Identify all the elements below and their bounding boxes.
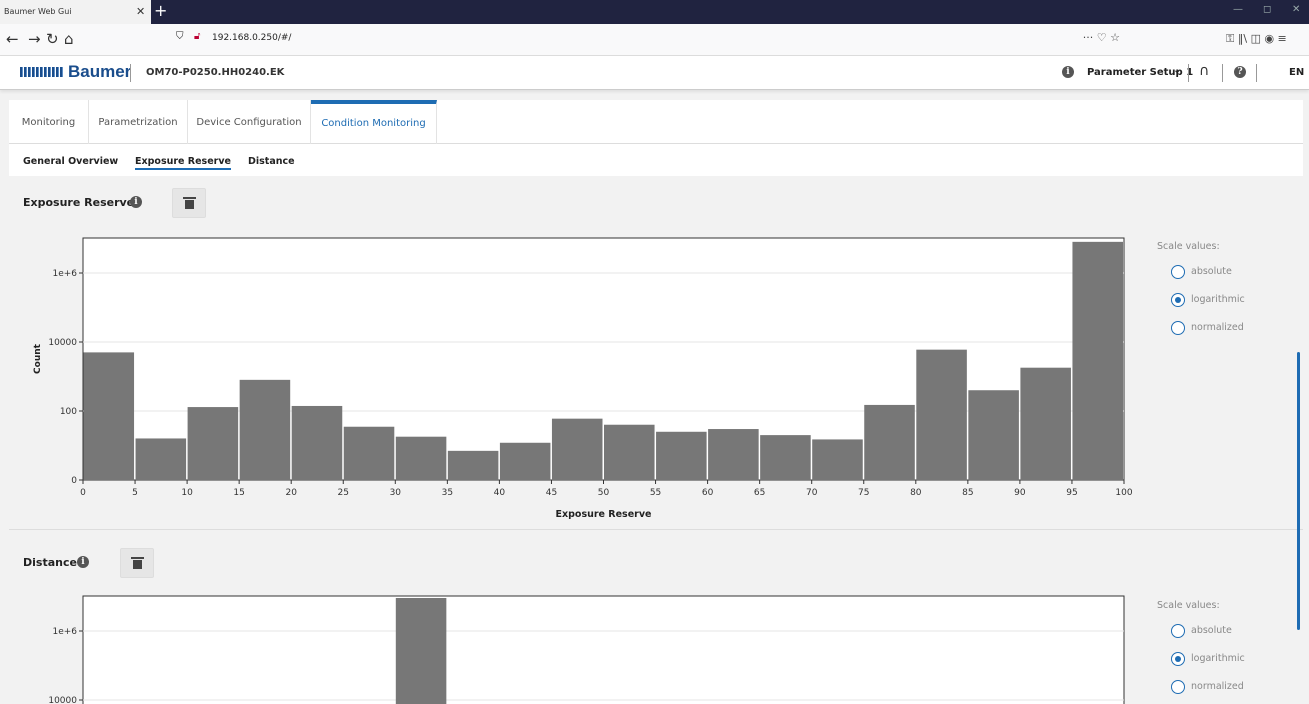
y-tick-label: 0 bbox=[71, 476, 77, 486]
histogram-bar bbox=[83, 352, 135, 480]
histogram-bar bbox=[968, 390, 1019, 480]
trash-icon bbox=[131, 557, 144, 569]
histogram-bar bbox=[812, 439, 863, 480]
x-tick-label: 25 bbox=[338, 488, 349, 498]
y-tick-label: 1e+6 bbox=[52, 269, 77, 279]
x-tick-label: 50 bbox=[598, 488, 610, 498]
info-icon[interactable]: i bbox=[77, 556, 89, 568]
radio-button[interactable] bbox=[1171, 624, 1185, 638]
radio-label: normalized bbox=[1191, 322, 1244, 333]
x-tick-label: 95 bbox=[1066, 488, 1077, 498]
histogram-bar bbox=[291, 405, 343, 480]
radio-button[interactable] bbox=[1171, 321, 1185, 335]
x-tick-label: 45 bbox=[546, 488, 557, 498]
x-tick-label: 85 bbox=[962, 488, 973, 498]
x-tick-label: 5 bbox=[132, 488, 138, 498]
radio-label: logarithmic bbox=[1191, 653, 1245, 664]
histogram-bar bbox=[135, 438, 187, 480]
histogram-bar bbox=[1072, 241, 1123, 480]
scale-values-title: Scale values: bbox=[1157, 600, 1220, 611]
radio-label: absolute bbox=[1191, 625, 1232, 636]
histogram-bar bbox=[604, 424, 655, 480]
histogram-bar bbox=[239, 379, 291, 480]
x-tick-label: 20 bbox=[285, 488, 297, 498]
x-tick-label: 65 bbox=[754, 488, 765, 498]
x-axis-label: Exposure Reserve bbox=[556, 509, 652, 520]
histogram-bar bbox=[1020, 367, 1071, 480]
histogram-bar bbox=[343, 426, 395, 480]
radio-label: absolute bbox=[1191, 266, 1232, 277]
y-axis-label: Count bbox=[33, 343, 43, 374]
histogram-bar bbox=[187, 407, 239, 480]
histogram-bar bbox=[916, 349, 967, 480]
x-tick-label: 75 bbox=[858, 488, 869, 498]
radio-button[interactable] bbox=[1171, 293, 1185, 307]
histogram-bar bbox=[447, 450, 499, 480]
radio-label: logarithmic bbox=[1191, 294, 1245, 305]
x-tick-label: 35 bbox=[442, 488, 453, 498]
y-tick-label: 10000 bbox=[48, 338, 77, 348]
x-tick-label: 55 bbox=[650, 488, 661, 498]
x-tick-label: 40 bbox=[494, 488, 506, 498]
x-tick-label: 100 bbox=[1115, 488, 1132, 498]
radio-button[interactable] bbox=[1171, 652, 1185, 666]
radio-button[interactable] bbox=[1171, 265, 1185, 279]
histogram-bar bbox=[499, 442, 551, 480]
histogram-bar bbox=[656, 431, 707, 480]
x-tick-label: 80 bbox=[910, 488, 922, 498]
section-divider bbox=[9, 529, 1303, 530]
x-tick-label: 70 bbox=[806, 488, 818, 498]
section-title: Distance bbox=[23, 556, 77, 569]
x-tick-label: 0 bbox=[80, 488, 86, 498]
x-tick-label: 10 bbox=[181, 488, 193, 498]
plot-area bbox=[82, 237, 1125, 481]
scale-values-title: Scale values: bbox=[1157, 241, 1220, 252]
x-tick-label: 60 bbox=[702, 488, 714, 498]
y-tick-label: 100 bbox=[60, 407, 77, 417]
x-tick-label: 90 bbox=[1014, 488, 1026, 498]
scrollbar-thumb[interactable] bbox=[1297, 352, 1300, 630]
distance-section: Distance i bbox=[9, 546, 1303, 704]
histogram-bar bbox=[760, 435, 811, 480]
x-tick-label: 15 bbox=[233, 488, 244, 498]
histogram-bar bbox=[708, 429, 759, 480]
histogram-bar bbox=[551, 418, 603, 480]
histogram-bar bbox=[864, 404, 915, 480]
histogram-bar bbox=[395, 436, 447, 480]
delete-button[interactable] bbox=[120, 548, 154, 578]
radio-label: normalized bbox=[1191, 681, 1244, 692]
radio-button[interactable] bbox=[1171, 680, 1185, 694]
x-tick-label: 30 bbox=[390, 488, 402, 498]
